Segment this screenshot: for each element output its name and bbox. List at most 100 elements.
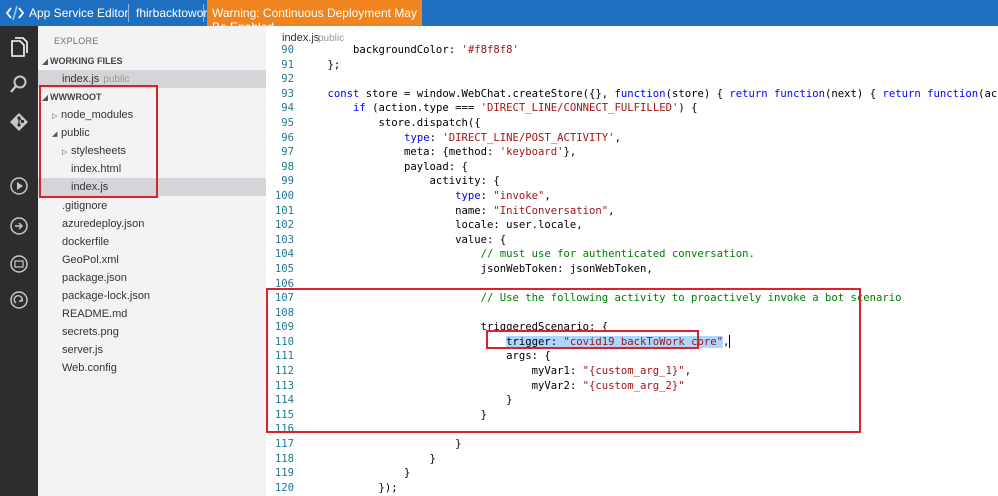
code-token: function [774, 87, 826, 100]
tree-item-label: secrets.png [62, 326, 119, 338]
tree-file-index-html[interactable]: index.html [38, 160, 266, 178]
triangle-down-icon: ◢ [41, 57, 49, 66]
code-line[interactable]: 115 } [266, 408, 998, 423]
code-token: return [729, 87, 768, 100]
tree-file-server-js[interactable]: server.js [38, 341, 266, 359]
line-number: 98 [281, 160, 294, 173]
tree-file-geopol-xml[interactable]: GeoPol.xml [38, 251, 266, 269]
code-line[interactable]: 95 store.dispatch({ [266, 116, 998, 131]
code-line[interactable]: 91 }; [266, 58, 998, 73]
code-line[interactable]: 111 args: { [266, 349, 998, 364]
code-line[interactable]: 110 trigger: "covid19_backToWork_core", [266, 335, 998, 350]
code-line[interactable]: 98 payload: { [266, 160, 998, 175]
code-line[interactable]: 102 locale: user.locale, [266, 218, 998, 233]
code-line[interactable]: 101 name: "InitConversation", [266, 204, 998, 219]
code-line[interactable]: 92 [266, 72, 998, 87]
code-editor[interactable]: index.js public 90 backgroundColor: '#f8… [266, 26, 998, 496]
code-token: } [302, 408, 487, 421]
code-line[interactable]: 105 jsonWebToken: jsonWebToken, [266, 262, 998, 277]
working-file-item[interactable]: index.js public [38, 70, 266, 88]
open-site-button[interactable] [5, 286, 33, 314]
tree-item-label: index.js [71, 181, 109, 193]
code-token: store.dispatch({ [302, 116, 481, 129]
tree-file-gitignore[interactable]: .gitignore [38, 197, 266, 215]
code-token: } [302, 467, 411, 480]
code-line[interactable]: 118 } [266, 452, 998, 467]
code-line[interactable]: 96 type: 'DIRECT_LINE/POST_ACTIVITY', [266, 131, 998, 146]
code-line[interactable]: 97 meta: {method: 'keyboard'}, [266, 145, 998, 160]
explore-button[interactable] [5, 34, 33, 62]
code-line[interactable]: 119 } [266, 466, 998, 481]
tree-file-secrets-png[interactable]: secrets.png [38, 323, 266, 341]
code-token: (next) { [825, 87, 883, 100]
code-line[interactable]: 120 }); [266, 481, 998, 496]
tree-item-label: node_modules [61, 109, 134, 121]
code-line[interactable]: 108 [266, 306, 998, 321]
console-button[interactable] [5, 250, 33, 278]
tree-file-index-js[interactable]: index.js [38, 178, 266, 196]
triangle-down-icon: ◢ [41, 93, 49, 102]
output-button[interactable] [5, 212, 33, 240]
code-token: 'keyboard' [499, 146, 564, 159]
code-line[interactable]: 107 // Use the following activity to pro… [266, 291, 998, 306]
code-line[interactable]: 117 } [266, 437, 998, 452]
code-token: function [614, 87, 666, 100]
code-token: store = window.WebChat.createStore({}, [359, 87, 615, 100]
run-icon [10, 177, 28, 195]
code-line[interactable]: 93 const store = window.WebChat.createSt… [266, 87, 998, 102]
tree-file-package-json[interactable]: package.json [38, 269, 266, 287]
code-line[interactable]: 104 // must use for authenticated conver… [266, 247, 998, 262]
code-line[interactable]: 90 backgroundColor: '#f8f8f8' [266, 43, 998, 58]
code-token: myVar2: [302, 379, 583, 392]
code-token: , [614, 131, 621, 144]
code-token: type [404, 131, 430, 144]
code-token: name: [302, 204, 494, 217]
tree-file-package-lock-json[interactable]: package-lock.json [38, 287, 266, 305]
code-line[interactable]: 114 } [266, 393, 998, 408]
code-token: "{custom_arg_1}" [582, 365, 685, 378]
code-line[interactable]: 109 triggeredScenario: { [266, 320, 998, 335]
code-line[interactable]: 103 value: { [266, 233, 998, 248]
code-line[interactable]: 112 myVar1: "{custom_arg_1}", [266, 364, 998, 379]
git-icon [10, 113, 28, 131]
git-button[interactable] [5, 108, 33, 136]
code-line[interactable]: 100 type: "invoke", [266, 189, 998, 204]
tree-file-readme-md[interactable]: README.md [38, 305, 266, 323]
tree-file-azuredeploy-json[interactable]: azuredeploy.json [38, 215, 266, 233]
code-line[interactable]: 99 activity: { [266, 174, 998, 189]
line-text: trigger: "covid19_backToWork_core", [302, 335, 731, 350]
output-icon [10, 217, 28, 235]
line-number: 115 [274, 408, 294, 421]
code-line[interactable]: 94 if (action.type === 'DIRECT_LINE/CONN… [266, 101, 998, 116]
code-token: triggeredScenario: { [302, 321, 609, 334]
code-token: : [429, 131, 443, 144]
code-token: (action) { [978, 87, 998, 100]
code-line[interactable]: 113 myVar2: "{custom_arg_2}" [266, 379, 998, 394]
run-button[interactable] [5, 172, 33, 200]
tree-file-dockerfile[interactable]: dockerfile [38, 233, 266, 251]
code-line[interactable]: 116 [266, 422, 998, 437]
line-text: jsonWebToken: jsonWebToken, [302, 262, 653, 277]
code-lines[interactable]: 90 backgroundColor: '#f8f8f8' 91 }; 92 93 c… [266, 43, 998, 496]
wwwroot-header[interactable]: ◢ WWWROOT [38, 88, 266, 106]
line-number: 120 [274, 481, 294, 494]
code-token: }, [563, 146, 577, 159]
tree-folder-stylesheets[interactable]: ▷ stylesheets [38, 142, 266, 160]
search-icon [10, 75, 27, 93]
search-button[interactable] [5, 70, 33, 98]
warning-banner: Warning: Continuous Deployment May Be En… [207, 0, 422, 34]
tree-folder-public[interactable]: ◢ public [38, 124, 266, 142]
tree-item-label: package-lock.json [62, 290, 151, 302]
working-files-header[interactable]: ◢ WORKING FILES [38, 52, 266, 70]
line-number: 94 [281, 102, 294, 115]
code-token: // Use the following activity to proacti… [302, 292, 902, 305]
code-token: } [302, 394, 513, 407]
code-line[interactable]: 106 [266, 277, 998, 292]
tree-file-web-config[interactable]: Web.config [38, 359, 266, 377]
code-token: return [882, 87, 921, 100]
line-number: 109 [274, 321, 294, 334]
line-text: store.dispatch({ [302, 116, 481, 131]
tree-folder-node-modules[interactable]: ▷ node_modules [38, 106, 266, 124]
